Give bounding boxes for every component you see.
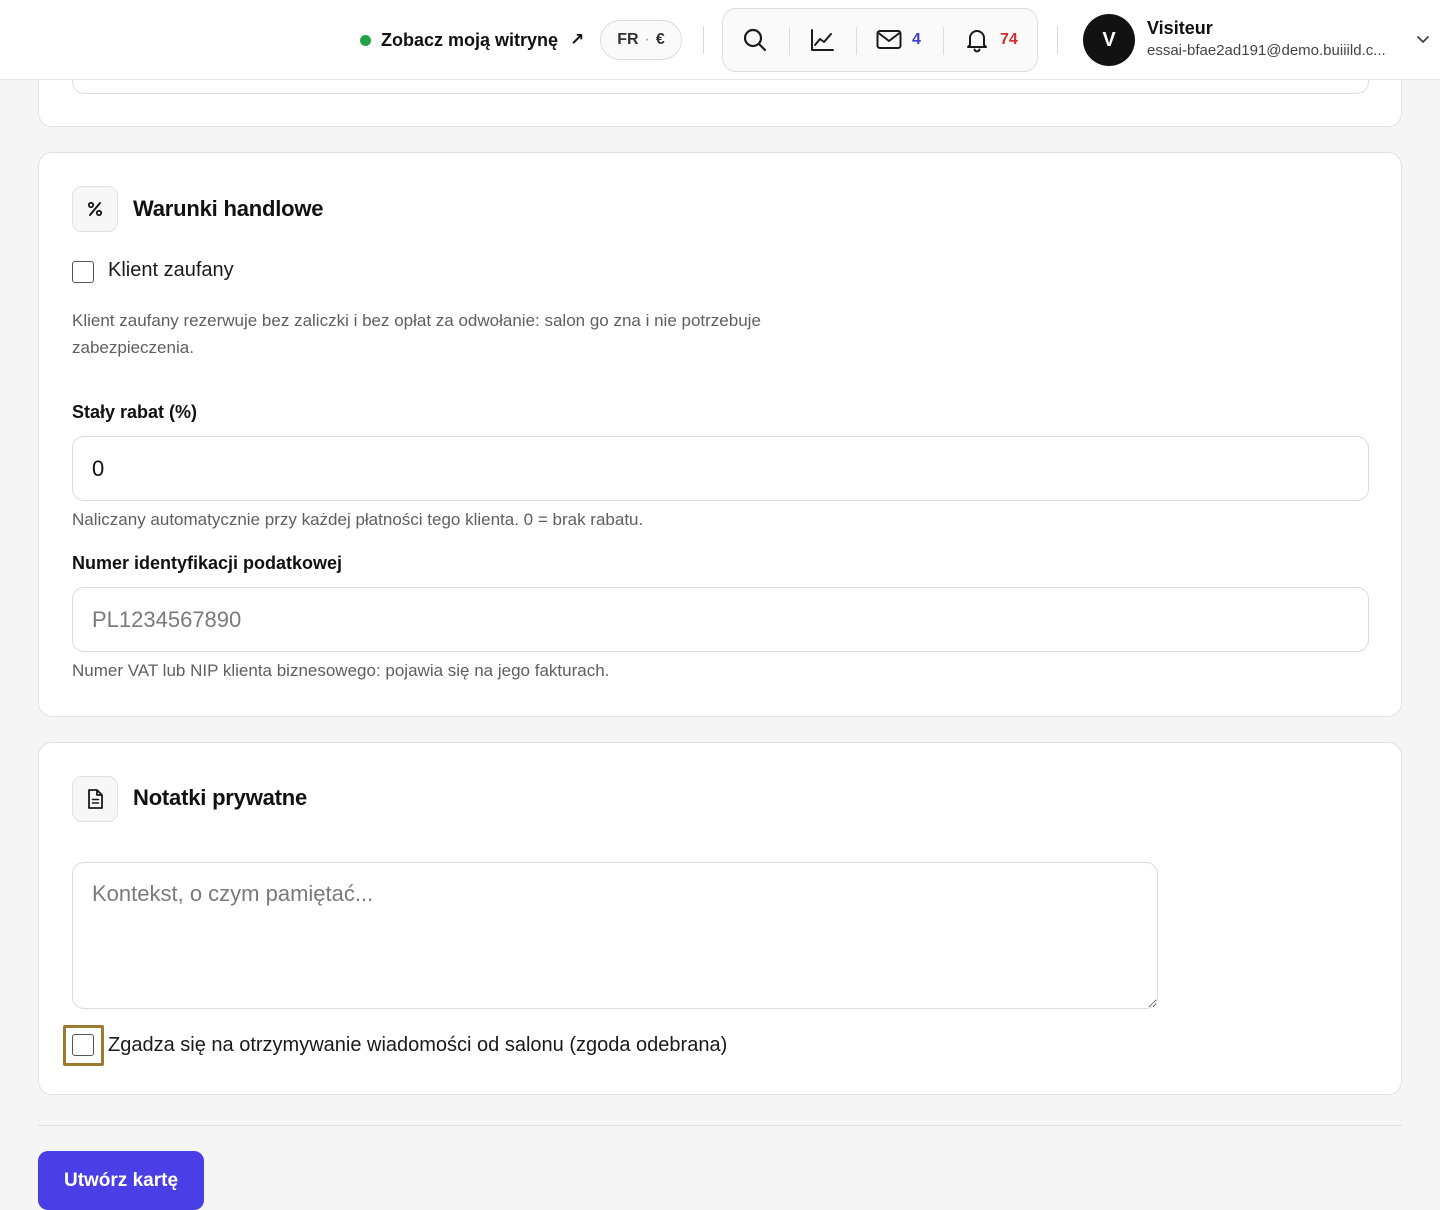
messages-count-badge: 4 <box>912 31 921 48</box>
view-site-link[interactable]: Zobacz moją witrynę ↗ <box>360 24 584 56</box>
tax-id-input[interactable] <box>72 587 1369 652</box>
private-notes-textarea[interactable] <box>72 862 1158 1009</box>
top-bar: Zobacz moją witrynę ↗ FR · € 4 74 V Visi… <box>0 0 1440 80</box>
mail-icon <box>876 29 902 51</box>
online-status-dot <box>360 34 371 46</box>
search-button[interactable] <box>742 9 768 71</box>
percent-icon <box>72 186 118 232</box>
trusted-client-checkbox[interactable] <box>72 261 94 283</box>
user-email: essai-bfae2ad191@demo.buiiild.c... <box>1147 42 1386 59</box>
consent-label[interactable]: Zgadza się na otrzymywanie wiadomości od… <box>108 1034 727 1057</box>
view-site-label: Zobacz moją witrynę <box>381 29 559 50</box>
header-divider <box>1057 26 1058 54</box>
user-name[interactable]: Visiteur <box>1147 18 1213 39</box>
notifications-count-badge: 74 <box>1000 31 1018 48</box>
messages-button[interactable]: 4 <box>876 9 921 71</box>
discount-label: Stały rabat (%) <box>72 402 198 422</box>
notes-section-card: Notatki prywatne Zgadza się na otrzymywa… <box>38 742 1402 1095</box>
tax-id-label: Numer identyfikacji podatkowej <box>72 553 343 573</box>
language-currency-switcher[interactable]: FR · € <box>600 20 682 60</box>
external-link-arrow-icon: ↗ <box>570 30 585 49</box>
document-icon <box>72 776 118 822</box>
language-separator: · <box>644 31 650 48</box>
footer-divider <box>38 1125 1402 1126</box>
toolbar-separator <box>943 27 944 55</box>
search-icon <box>742 27 768 53</box>
discount-input[interactable] <box>72 436 1369 501</box>
notifications-button[interactable]: 74 <box>964 9 1018 71</box>
terms-section-card: Warunki handlowe Klient zaufany Klient z… <box>38 152 1402 717</box>
stats-button[interactable] <box>809 9 835 71</box>
toolbar-separator <box>789 27 790 55</box>
chart-line-icon <box>809 27 835 53</box>
discount-help: Naliczany automatycznie przy każdej płat… <box>72 510 644 529</box>
toolbar-group: 4 74 <box>722 8 1038 72</box>
terms-section-title: Warunki handlowe <box>133 196 324 221</box>
toolbar-separator <box>856 27 857 55</box>
language-code: FR <box>617 31 639 48</box>
trusted-client-help: Klient zaufany rezerwuje bez zaliczki i … <box>72 311 761 357</box>
trusted-client-label[interactable]: Klient zaufany <box>108 259 234 282</box>
currency-symbol: € <box>655 31 665 48</box>
user-avatar[interactable]: V <box>1083 14 1135 66</box>
notes-section-title: Notatki prywatne <box>133 785 308 810</box>
tax-id-help: Numer VAT lub NIP klienta biznesowego: p… <box>72 661 610 680</box>
bell-icon <box>964 27 990 53</box>
header-divider <box>703 26 704 54</box>
chevron-down-icon[interactable] <box>1416 32 1430 50</box>
consent-checkbox[interactable] <box>72 1034 94 1056</box>
create-card-button[interactable]: Utwórz kartę <box>38 1151 204 1210</box>
